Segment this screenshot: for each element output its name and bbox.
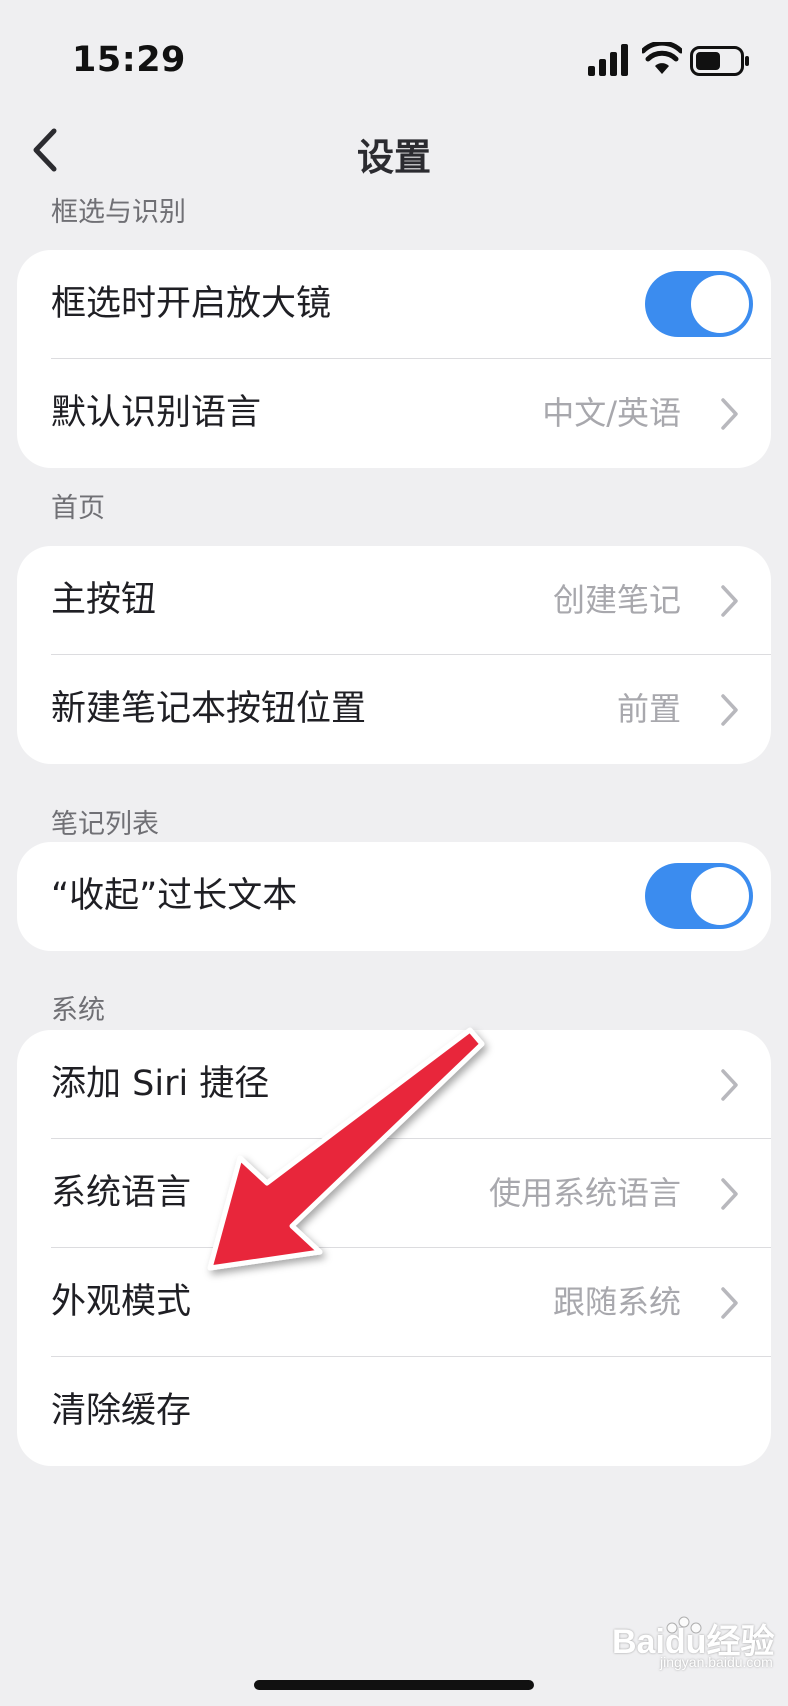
collapse-toggle[interactable]: [645, 863, 753, 929]
row-system-language[interactable]: 系统语言 使用系统语言: [17, 1139, 771, 1248]
row-label: 框选时开启放大镜: [51, 284, 332, 324]
row-value: 中文/英语: [542, 394, 681, 432]
navigation-bar: 设置: [0, 115, 788, 185]
section-header-system: 系统: [51, 995, 105, 1026]
section-header-home: 首页: [51, 493, 105, 524]
page-title: 设置: [357, 136, 431, 179]
toggle-knob: [691, 275, 749, 333]
home-indicator[interactable]: [254, 1680, 534, 1690]
row-recognition-language[interactable]: 默认识别语言 中文/英语: [17, 359, 771, 468]
row-collapse-long-text: “收起”过长文本: [17, 842, 771, 951]
row-value: 前置: [616, 690, 681, 728]
row-label: 新建笔记本按钮位置: [51, 689, 367, 729]
cellular-signal-icon: [588, 44, 628, 76]
row-new-notebook-position[interactable]: 新建笔记本按钮位置 前置: [17, 655, 771, 764]
row-value: 使用系统语言: [488, 1174, 681, 1212]
row-clear-cache[interactable]: 清除缓存: [17, 1357, 771, 1466]
card-system: 添加 Siri 捷径 系统语言 使用系统语言 外观模式 跟随系统 清除缓存: [17, 1030, 771, 1466]
watermark-subtext: jingyan.baidu.com: [660, 1654, 773, 1670]
row-label: 主按钮: [51, 580, 157, 620]
chevron-right-icon: [721, 1069, 738, 1101]
chevron-right-icon: [721, 694, 738, 726]
toggle-knob: [691, 867, 749, 925]
row-label: 清除缓存: [51, 1391, 192, 1431]
row-appearance-mode[interactable]: 外观模式 跟随系统: [17, 1248, 771, 1357]
row-label: 系统语言: [51, 1173, 192, 1213]
magnifier-toggle[interactable]: [645, 271, 753, 337]
section-header-selection: 框选与识别: [51, 197, 186, 228]
wifi-icon: [642, 42, 682, 74]
row-value: 跟随系统: [552, 1283, 681, 1321]
row-value: 创建笔记: [552, 581, 681, 619]
card-selection: 框选时开启放大镜 默认识别语言 中文/英语: [17, 250, 771, 468]
chevron-right-icon: [721, 1287, 738, 1319]
card-home: 主按钮 创建笔记 新建笔记本按钮位置 前置: [17, 546, 771, 764]
status-bar: 15:29: [0, 0, 788, 120]
row-label: 外观模式: [51, 1282, 192, 1322]
row-label: 默认识别语言: [51, 393, 262, 433]
status-time: 15:29: [72, 40, 186, 80]
card-note-list: “收起”过长文本: [17, 842, 771, 951]
row-siri-shortcut[interactable]: 添加 Siri 捷径: [17, 1030, 771, 1139]
row-main-button[interactable]: 主按钮 创建笔记: [17, 546, 771, 655]
row-label: “收起”过长文本: [51, 876, 298, 916]
battery-icon: [690, 46, 749, 76]
chevron-right-icon: [721, 398, 738, 430]
chevron-right-icon: [721, 1178, 738, 1210]
row-label: 添加 Siri 捷径: [51, 1064, 270, 1104]
section-header-note-list: 笔记列表: [51, 809, 159, 840]
chevron-right-icon: [721, 585, 738, 617]
row-magnifier: 框选时开启放大镜: [17, 250, 771, 359]
